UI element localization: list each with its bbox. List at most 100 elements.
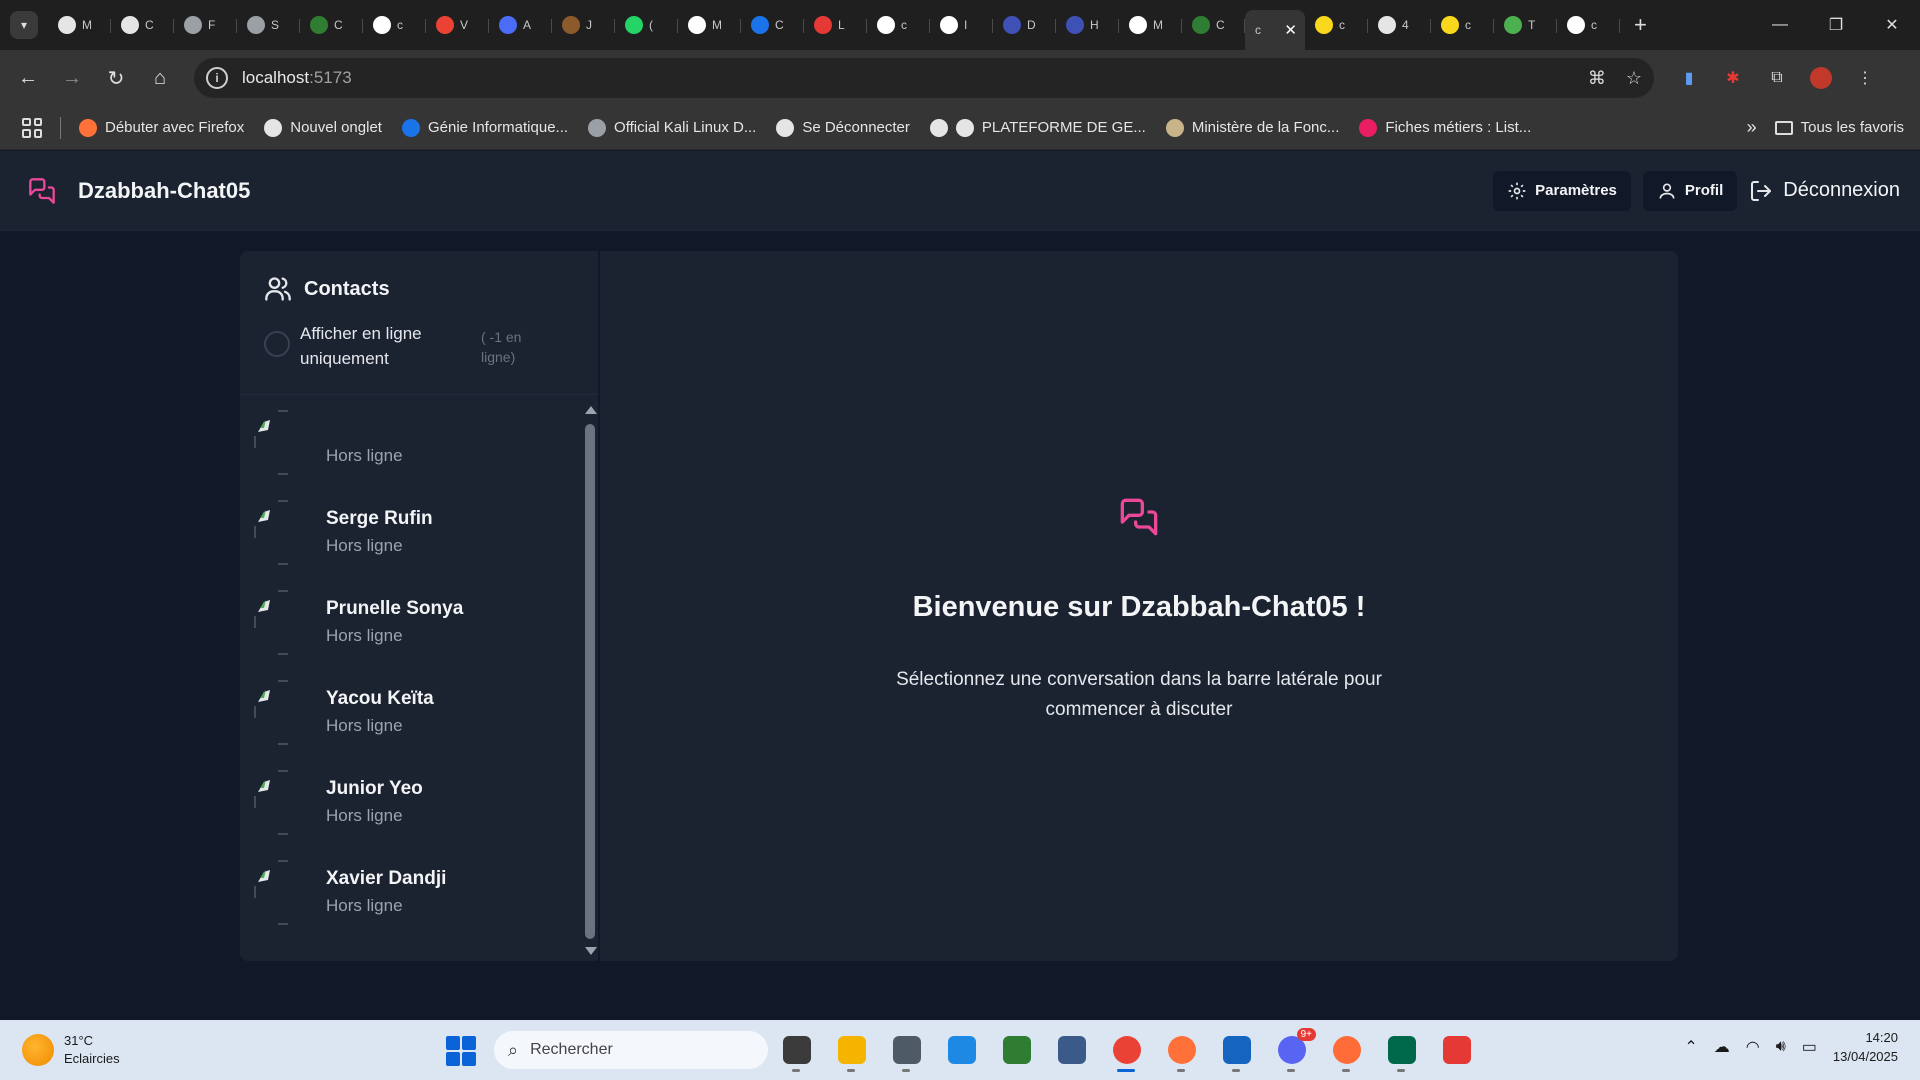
bookmark-label: PLATEFORME DE GE...	[981, 119, 1146, 136]
contact-item[interactable]: Junior Yeo Hors ligne	[254, 770, 574, 836]
settings-button[interactable]: Paramètres	[1493, 170, 1631, 211]
search-placeholder: Rechercher	[530, 1041, 613, 1058]
browser-tab[interactable]: D	[993, 7, 1056, 43]
taskbar-app-chrome[interactable]	[1108, 1030, 1145, 1072]
profile-button[interactable]: Profil	[1642, 170, 1738, 211]
onedrive-icon[interactable]: ☁	[1714, 1037, 1730, 1057]
browser-tab[interactable]: c	[1431, 7, 1494, 43]
taskbar-app-mongodb-compass[interactable]	[1383, 1030, 1420, 1072]
scroll-thumb[interactable]	[585, 424, 595, 939]
online-only-checkbox[interactable]	[264, 331, 290, 357]
taskbar-app-vectr-app[interactable]	[998, 1030, 1035, 1070]
browser-menu-icon[interactable]: ⋮	[1854, 67, 1876, 89]
bookmark-item[interactable]	[929, 118, 948, 137]
bookmark-item[interactable]: Débuter avec Firefox	[79, 118, 244, 137]
contact-item[interactable]: Yacou Keïta Hors ligne	[254, 680, 574, 746]
taskbar-app-file-explorer[interactable]	[833, 1030, 870, 1072]
volume-icon[interactable]: 🔊︎	[1776, 1038, 1786, 1056]
extension-icon[interactable]: ✱	[1722, 67, 1744, 89]
translate-icon[interactable]: ⌘	[1588, 68, 1606, 89]
taskbar-app-reader-app[interactable]	[1438, 1030, 1475, 1070]
browser-tab[interactable]: c	[1557, 7, 1620, 43]
reload-icon[interactable]: ↻	[94, 66, 138, 91]
browser-tab[interactable]: J	[552, 7, 615, 43]
close-tab-icon[interactable]: ✕	[1284, 21, 1297, 39]
browser-tab[interactable]: M	[1119, 7, 1182, 43]
wifi-icon[interactable]: ◠	[1746, 1037, 1760, 1057]
browser-tab[interactable]: I	[930, 7, 993, 43]
battery-icon[interactable]: ▭	[1802, 1037, 1817, 1057]
bookmark-item[interactable]: Ministère de la Fonc...	[1165, 118, 1339, 137]
taskbar-app-vscode[interactable]	[943, 1030, 980, 1070]
browser-tab[interactable]: M	[678, 7, 741, 43]
bookmark-item[interactable]: Génie Informatique...	[401, 118, 568, 137]
logout-button[interactable]: Déconnexion	[1749, 179, 1900, 203]
forward-icon[interactable]: →	[50, 67, 94, 90]
profile-avatar[interactable]	[1810, 67, 1832, 89]
all-bookmarks-folder[interactable]: Tous les favoris	[1774, 119, 1904, 136]
more-bookmarks-icon[interactable]: »	[1747, 117, 1757, 138]
taskbar-app-notepad[interactable]	[1218, 1030, 1255, 1072]
contact-list-scrollbar[interactable]	[582, 396, 598, 961]
apps-grid-icon[interactable]	[22, 117, 42, 138]
taskbar-search[interactable]: ⌕ Rechercher	[494, 1031, 768, 1069]
taskbar-app-mysql-workbench[interactable]	[1053, 1030, 1090, 1070]
browser-tab[interactable]: 4	[1368, 7, 1431, 43]
browser-tab[interactable]: F	[174, 7, 237, 43]
contact-item[interactable]: Xavier Dandji Hors ligne	[254, 860, 574, 926]
browser-tab[interactable]: H	[1056, 7, 1119, 43]
browser-tab[interactable]: c	[1305, 7, 1368, 43]
tab-search-button[interactable]: ▾	[10, 11, 38, 39]
browser-tab[interactable]: T	[1494, 7, 1557, 43]
taskbar-app-kali-app[interactable]	[888, 1030, 925, 1072]
bookmark-item[interactable]: Se Déconnecter	[776, 118, 910, 137]
scroll-down-icon[interactable]	[585, 947, 597, 955]
active-tab[interactable]: c ✕	[1245, 10, 1305, 50]
tab-favicon-icon	[1066, 16, 1084, 34]
online-only-label[interactable]: Afficher en ligne uniquement	[300, 321, 460, 371]
browser-tab[interactable]: L	[804, 7, 867, 43]
back-icon[interactable]: ←	[6, 67, 50, 90]
browser-tab[interactable]: C	[741, 7, 804, 43]
home-icon[interactable]: ⌂	[138, 67, 182, 90]
browser-tab[interactable]: c	[867, 7, 930, 43]
bookmark-item[interactable]: Official Kali Linux D...	[588, 118, 756, 137]
browser-tab[interactable]: C	[1182, 7, 1245, 43]
scroll-up-icon[interactable]	[585, 406, 597, 414]
bookmark-item[interactable]: Fiches métiers : List...	[1359, 118, 1531, 137]
brand-name[interactable]: Dzabbah-Chat05	[78, 178, 250, 204]
browser-tab[interactable]: S	[237, 7, 300, 43]
site-info-icon[interactable]: i	[206, 67, 228, 89]
close-window-icon[interactable]: ✕	[1864, 0, 1920, 50]
clock[interactable]: 14:20 13/04/2025	[1833, 1028, 1898, 1066]
taskbar-app-task-view[interactable]	[778, 1030, 815, 1072]
browser-tab[interactable]: M	[48, 7, 111, 43]
extension-icon[interactable]: ▮	[1678, 67, 1700, 89]
bookmark-star-icon[interactable]: ☆	[1626, 68, 1642, 89]
browser-tab[interactable]: C	[300, 7, 363, 43]
weather-widget[interactable]: 31°C Eclaircies	[22, 1032, 120, 1068]
browser-tab[interactable]: C	[111, 7, 174, 43]
bookmark-item[interactable]: Nouvel onglet	[264, 118, 382, 137]
contact-item[interactable]: Prunelle Sonya Hors ligne	[254, 590, 574, 656]
users-icon	[265, 277, 291, 301]
taskbar-app-firefox[interactable]	[1163, 1030, 1200, 1072]
browser-tab[interactable]: (	[615, 7, 678, 43]
new-tab-button[interactable]: +	[1634, 12, 1647, 38]
contact-item[interactable]: Hors ligne	[254, 410, 574, 476]
chevron-up-icon[interactable]: ⌃	[1684, 1037, 1697, 1057]
taskbar-app-discord[interactable]: 9+	[1273, 1028, 1316, 1072]
tab-favicon-icon	[373, 16, 391, 34]
browser-tab[interactable]: V	[426, 7, 489, 43]
minimize-icon[interactable]: —	[1752, 0, 1808, 50]
tab-favicon-icon	[247, 16, 265, 34]
bookmark-item[interactable]: PLATEFORME DE GE...	[955, 118, 1146, 137]
extensions-puzzle-icon[interactable]: ⧉	[1766, 67, 1788, 89]
browser-tab[interactable]: c	[363, 7, 426, 43]
address-bar[interactable]: i localhost:5173 ⌘ ☆	[194, 58, 1654, 98]
start-button[interactable]	[446, 1036, 476, 1066]
browser-tab[interactable]: A	[489, 7, 552, 43]
taskbar-app-postman[interactable]	[1328, 1030, 1365, 1072]
restore-icon[interactable]: ❐	[1808, 0, 1864, 50]
contact-item[interactable]: Serge Rufin Hors ligne	[254, 500, 574, 566]
